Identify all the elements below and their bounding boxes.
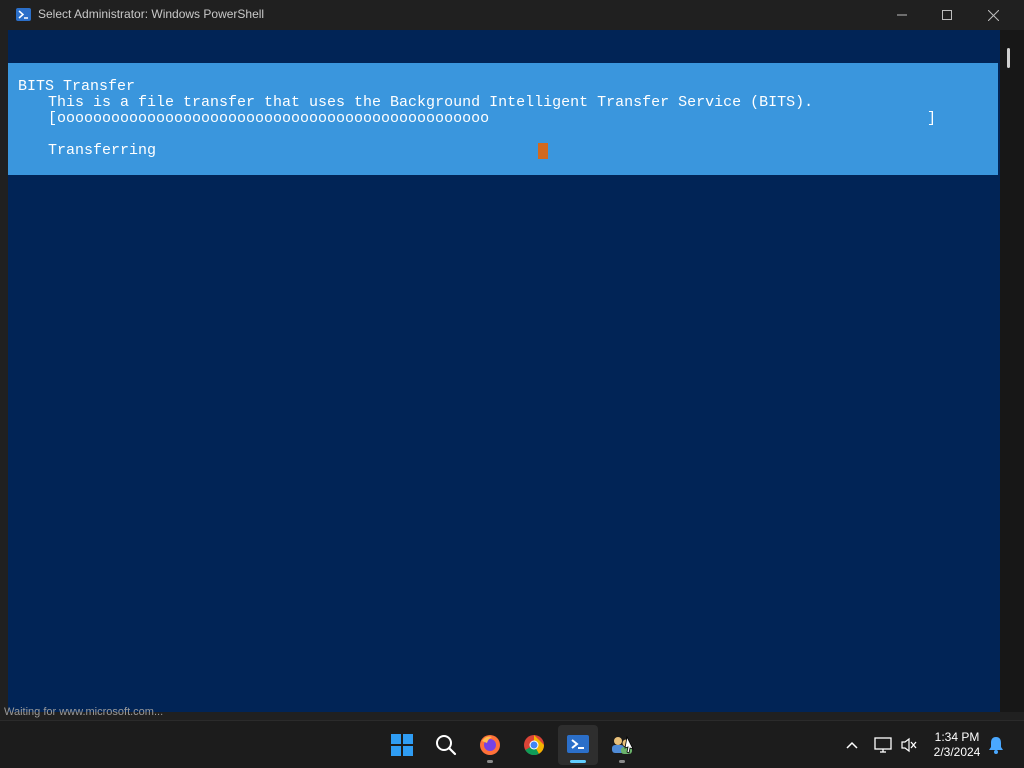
start-button[interactable] bbox=[382, 725, 422, 765]
clock-date: 2/3/2024 bbox=[933, 745, 981, 759]
bits-admin-icon bbox=[612, 735, 634, 754]
powershell-icon bbox=[567, 735, 589, 753]
progress-bar-close: ] bbox=[927, 110, 937, 127]
chrome-taskbar-button[interactable] bbox=[514, 725, 554, 765]
powershell-active-indicator bbox=[570, 760, 586, 763]
chrome-icon bbox=[524, 735, 545, 756]
progress-bar-fill: oooooooooooooooooooooooooooooooooooooooo… bbox=[57, 110, 490, 127]
minimize-button[interactable] bbox=[879, 0, 925, 30]
bell-icon bbox=[989, 737, 1003, 754]
text-cursor bbox=[538, 143, 548, 159]
network-icon bbox=[874, 737, 892, 753]
notifications-button[interactable] bbox=[986, 735, 1006, 755]
window-title: Select Administrator: Windows PowerShell bbox=[38, 7, 265, 21]
powershell-taskbar-button[interactable] bbox=[558, 725, 598, 765]
close-button[interactable] bbox=[970, 0, 1016, 30]
clock-time: 1:34 PM bbox=[934, 730, 980, 744]
vertical-scrollbar[interactable] bbox=[1000, 30, 1024, 712]
close-icon bbox=[987, 9, 999, 21]
search-button[interactable] bbox=[426, 725, 466, 765]
progress-status: Transferring bbox=[48, 142, 157, 159]
progress-bar-open: [ bbox=[48, 110, 58, 127]
maximize-button[interactable] bbox=[924, 0, 970, 30]
firefox-icon bbox=[480, 735, 500, 755]
console-area[interactable]: BITS Transfer This is a file transfer th… bbox=[8, 30, 1000, 712]
volume-tray-button[interactable] bbox=[899, 735, 919, 755]
progress-activity: BITS Transfer bbox=[18, 78, 136, 95]
title-bar[interactable]: Select Administrator: Windows PowerShell bbox=[0, 0, 1024, 30]
scrollbar-thumb[interactable] bbox=[1007, 48, 1010, 68]
firefox-running-indicator bbox=[487, 760, 493, 763]
progress-block: BITS Transfer This is a file transfer th… bbox=[8, 63, 998, 175]
taskbar: 1:34 PM 2/3/2024 bbox=[0, 720, 1024, 768]
volume-muted-icon bbox=[901, 737, 917, 753]
taskbar-clock[interactable]: 1:34 PM 2/3/2024 bbox=[925, 730, 989, 760]
minimize-icon bbox=[897, 14, 907, 16]
powershell-app-icon[interactable] bbox=[16, 8, 31, 21]
search-icon bbox=[436, 735, 457, 756]
firefox-taskbar-button[interactable] bbox=[470, 725, 510, 765]
chevron-up-icon bbox=[846, 741, 858, 749]
status-text: Waiting for www.microsoft.com... bbox=[4, 706, 164, 718]
maximize-icon bbox=[942, 10, 952, 20]
network-tray-button[interactable] bbox=[873, 735, 893, 755]
show-hidden-icons-button[interactable] bbox=[842, 735, 862, 755]
progress-description: This is a file transfer that uses the Ba… bbox=[48, 94, 814, 111]
bits-admin-taskbar-button[interactable] bbox=[602, 725, 642, 765]
powershell-window: Select Administrator: Windows PowerShell… bbox=[0, 0, 1024, 720]
bits-admin-running-indicator bbox=[619, 760, 625, 763]
start-icon bbox=[391, 734, 413, 756]
